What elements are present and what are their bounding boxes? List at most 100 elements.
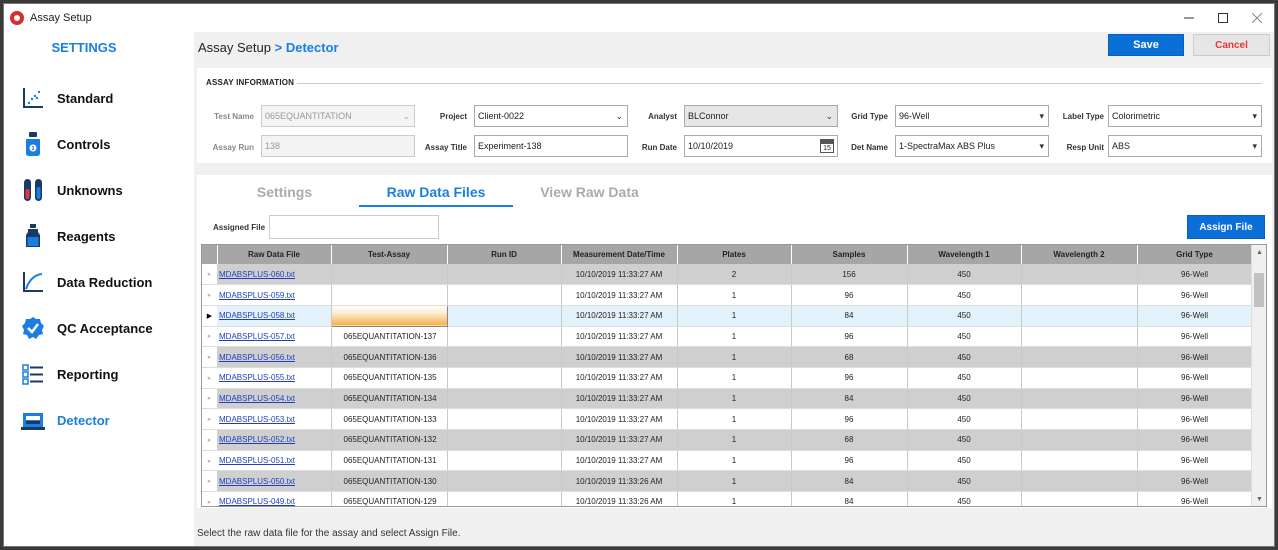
- wavelength-1-cell[interactable]: 450: [907, 408, 1022, 430]
- column-header-wavelength-1[interactable]: Wavelength 1: [907, 245, 1022, 264]
- grid-type-cell[interactable]: 96-Well: [1137, 388, 1253, 410]
- raw-data-file-link[interactable]: MDABSPLUS-054.txt: [219, 394, 295, 403]
- grid-type-select[interactable]: 96-Well ▾: [895, 105, 1049, 127]
- raw-data-file-cell[interactable]: MDABSPLUS-054.txt: [217, 388, 332, 410]
- scroll-down-icon[interactable]: ▼: [1252, 492, 1266, 506]
- run-id-cell[interactable]: [447, 326, 562, 348]
- raw-data-file-link[interactable]: MDABSPLUS-056.txt: [219, 353, 295, 362]
- measurement-date-cell[interactable]: 10/10/2019 11:33:26 AM: [561, 470, 678, 493]
- grid-type-cell[interactable]: 96-Well: [1137, 305, 1253, 327]
- test-assay-cell[interactable]: 065EQUANTITATION-135: [331, 367, 448, 389]
- grid-type-cell[interactable]: 96-Well: [1137, 346, 1253, 368]
- wavelength-1-cell[interactable]: 450: [907, 470, 1022, 493]
- wavelength-2-cell[interactable]: [1021, 429, 1138, 451]
- calendar-icon[interactable]: 15: [820, 139, 834, 153]
- assay-title-field[interactable]: Experiment-138: [474, 135, 628, 157]
- grid-type-cell[interactable]: 96-Well: [1137, 326, 1253, 348]
- column-header-run-id[interactable]: Run ID: [447, 245, 562, 264]
- wavelength-2-cell[interactable]: [1021, 367, 1138, 389]
- maximize-button[interactable]: [1206, 4, 1240, 32]
- sidebar-item-controls[interactable]: 1 Controls: [4, 121, 194, 167]
- tab-raw-data-files[interactable]: Raw Data Files: [359, 184, 513, 200]
- grid-type-cell[interactable]: 96-Well: [1137, 491, 1253, 506]
- test-assay-cell[interactable]: 065EQUANTITATION-130: [331, 470, 448, 493]
- wavelength-1-cell[interactable]: 450: [907, 305, 1022, 327]
- measurement-date-cell[interactable]: 10/10/2019 11:33:26 AM: [561, 491, 678, 506]
- plates-cell[interactable]: 1: [677, 408, 792, 430]
- run-id-cell[interactable]: [447, 470, 562, 493]
- raw-data-file-cell[interactable]: MDABSPLUS-052.txt: [217, 429, 332, 451]
- raw-data-file-link[interactable]: MDABSPLUS-049.txt: [219, 497, 295, 506]
- test-assay-cell[interactable]: [331, 264, 448, 286]
- grid-type-cell[interactable]: 96-Well: [1137, 470, 1253, 493]
- save-button[interactable]: Save: [1108, 34, 1184, 56]
- wavelength-2-cell[interactable]: [1021, 470, 1138, 493]
- samples-cell[interactable]: 84: [791, 491, 908, 506]
- plates-cell[interactable]: 1: [677, 429, 792, 451]
- wavelength-1-cell[interactable]: 450: [907, 429, 1022, 451]
- plates-cell[interactable]: 1: [677, 470, 792, 493]
- raw-data-file-cell[interactable]: MDABSPLUS-055.txt: [217, 367, 332, 389]
- table-row[interactable]: ▸ MDABSPLUS-056.txt 065EQUANTITATION-136 10…: [202, 346, 1253, 368]
- test-assay-cell[interactable]: [331, 284, 448, 306]
- column-header-grid-type[interactable]: Grid Type: [1137, 245, 1253, 264]
- wavelength-1-cell[interactable]: 450: [907, 346, 1022, 368]
- wavelength-1-cell[interactable]: 450: [907, 284, 1022, 306]
- row-selector[interactable]: ▶: [202, 305, 217, 327]
- wavelength-1-cell[interactable]: 450: [907, 367, 1022, 389]
- sidebar-item-reporting[interactable]: Reporting: [4, 351, 194, 397]
- row-selector[interactable]: ▸: [202, 326, 217, 348]
- column-header-test-assay[interactable]: Test-Assay: [331, 245, 448, 264]
- raw-data-file-link[interactable]: MDABSPLUS-052.txt: [219, 435, 295, 444]
- measurement-date-cell[interactable]: 10/10/2019 11:33:27 AM: [561, 264, 678, 286]
- test-assay-cell[interactable]: [330, 304, 448, 327]
- wavelength-2-cell[interactable]: [1021, 388, 1138, 410]
- plates-cell[interactable]: 1: [677, 346, 792, 368]
- plates-cell[interactable]: 1: [677, 284, 792, 306]
- run-date-field[interactable]: 10/10/2019 15: [684, 135, 838, 157]
- table-row[interactable]: ▶ MDABSPLUS-058.txt 10/10/2019 11:33:27 AM…: [202, 304, 1253, 327]
- row-selector[interactable]: ▸: [202, 346, 217, 368]
- table-row[interactable]: ▸ MDABSPLUS-053.txt 065EQUANTITATION-133 10…: [202, 408, 1253, 430]
- table-row[interactable]: ▸ MDABSPLUS-049.txt 065EQUANTITATION-129 10…: [202, 491, 1253, 506]
- table-row[interactable]: ▸ MDABSPLUS-052.txt 065EQUANTITATION-132 10…: [202, 429, 1253, 451]
- raw-data-file-cell[interactable]: MDABSPLUS-058.txt: [217, 305, 332, 327]
- samples-cell[interactable]: 96: [791, 408, 908, 430]
- wavelength-2-cell[interactable]: [1021, 346, 1138, 368]
- sidebar-item-standard[interactable]: Standard: [4, 75, 194, 121]
- row-selector[interactable]: ▸: [202, 388, 217, 410]
- samples-cell[interactable]: 96: [791, 326, 908, 348]
- project-select[interactable]: Client-0022 ⌄: [474, 105, 628, 127]
- analyst-select[interactable]: BLConnor ⌄: [684, 105, 838, 127]
- samples-cell[interactable]: 84: [791, 470, 908, 493]
- row-selector[interactable]: ▸: [202, 470, 217, 493]
- wavelength-2-cell[interactable]: [1021, 264, 1138, 286]
- tab-settings[interactable]: Settings: [237, 184, 332, 200]
- raw-data-file-link[interactable]: MDABSPLUS-057.txt: [219, 332, 295, 341]
- label-type-select[interactable]: Colorimetric ▾: [1108, 105, 1262, 127]
- measurement-date-cell[interactable]: 10/10/2019 11:33:27 AM: [561, 305, 678, 327]
- resp-unit-select[interactable]: ABS ▾: [1108, 135, 1262, 157]
- row-selector[interactable]: ▸: [202, 284, 217, 306]
- raw-data-file-link[interactable]: MDABSPLUS-051.txt: [219, 456, 295, 465]
- plates-cell[interactable]: 1: [677, 388, 792, 410]
- measurement-date-cell[interactable]: 10/10/2019 11:33:27 AM: [561, 429, 678, 451]
- samples-cell[interactable]: 84: [791, 305, 908, 327]
- sidebar-item-unknowns[interactable]: Unknowns: [4, 167, 194, 213]
- test-assay-cell[interactable]: 065EQUANTITATION-133: [331, 408, 448, 430]
- row-selector[interactable]: ▸: [202, 450, 217, 472]
- wavelength-1-cell[interactable]: 450: [907, 491, 1022, 506]
- test-assay-cell[interactable]: 065EQUANTITATION-132: [331, 429, 448, 451]
- plates-cell[interactable]: 1: [677, 367, 792, 389]
- sidebar-item-qc-acceptance[interactable]: QC Acceptance: [4, 305, 194, 351]
- run-id-cell[interactable]: [447, 367, 562, 389]
- raw-data-file-cell[interactable]: MDABSPLUS-051.txt: [217, 450, 332, 472]
- raw-data-file-cell[interactable]: MDABSPLUS-060.txt: [217, 264, 332, 286]
- measurement-date-cell[interactable]: 10/10/2019 11:33:27 AM: [561, 408, 678, 430]
- minimize-button[interactable]: [1172, 4, 1206, 32]
- row-selector[interactable]: ▸: [202, 491, 217, 506]
- plates-cell[interactable]: 1: [677, 305, 792, 327]
- wavelength-2-cell[interactable]: [1021, 491, 1138, 506]
- run-id-cell[interactable]: [447, 346, 562, 368]
- column-header-wavelength-2[interactable]: Wavelength 2: [1021, 245, 1138, 264]
